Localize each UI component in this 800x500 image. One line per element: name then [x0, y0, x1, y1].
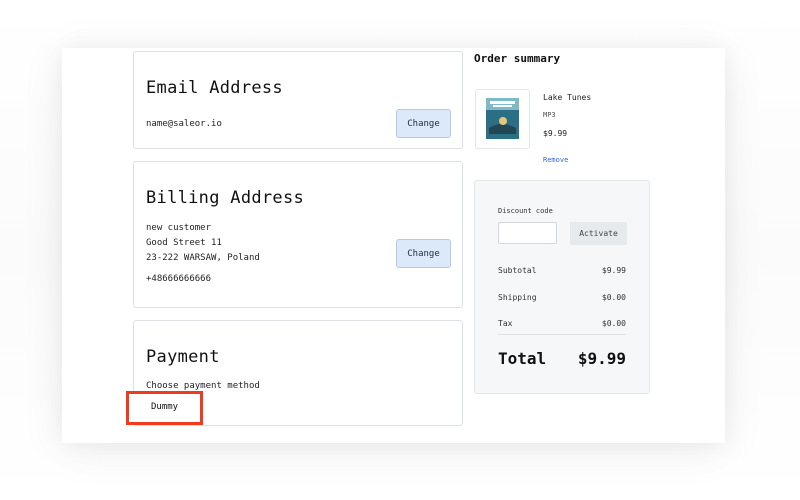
- album-cover-icon: [486, 98, 519, 139]
- total-row: Total $9.99: [498, 349, 626, 368]
- payment-choose-label: Choose payment method: [146, 381, 260, 391]
- product-name: Lake Tunes: [543, 93, 592, 102]
- billing-change-button[interactable]: Change: [396, 239, 451, 268]
- billing-phone: +48666666666: [146, 274, 212, 284]
- subtotal-row: Subtotal $9.99: [498, 266, 626, 275]
- product-price: $9.99: [543, 129, 568, 138]
- order-summary-title: Order summary: [474, 52, 561, 65]
- billing-title: Billing Address: [146, 188, 305, 208]
- product-variant: MP3: [543, 111, 556, 119]
- totals-box: Discount code Activate Subtotal $9.99 Sh…: [474, 180, 650, 394]
- shipping-row: Shipping $0.00: [498, 293, 626, 302]
- subtotal-label: Subtotal: [498, 266, 537, 275]
- tax-row: Tax $0.00: [498, 319, 626, 328]
- discount-label: Discount code: [498, 207, 553, 215]
- shipping-label: Shipping: [498, 293, 537, 302]
- payment-title: Payment: [146, 347, 220, 367]
- total-label: Total: [498, 349, 547, 368]
- payment-method-dummy[interactable]: Dummy: [151, 402, 178, 412]
- billing-name: new customer: [146, 223, 212, 233]
- email-card: Email Address name@saleor.io Change: [133, 51, 463, 149]
- remove-link[interactable]: Remove: [543, 156, 568, 164]
- billing-city: 23-222 WARSAW, Poland: [146, 253, 260, 263]
- total-value: $9.99: [577, 349, 626, 368]
- tax-label: Tax: [498, 319, 513, 328]
- discount-code-input[interactable]: [498, 222, 557, 244]
- payment-method-highlight[interactable]: Dummy: [126, 391, 203, 425]
- billing-street: Good Street 11: [146, 238, 222, 248]
- billing-card: Billing Address new customer Good Street…: [133, 161, 463, 308]
- activate-button[interactable]: Activate: [570, 222, 627, 245]
- product-thumbnail[interactable]: [475, 89, 530, 149]
- subtotal-value: $9.99: [601, 266, 626, 275]
- email-title: Email Address: [146, 78, 283, 98]
- email-change-button[interactable]: Change: [396, 109, 451, 138]
- tax-value: $0.00: [601, 319, 626, 328]
- totals-divider: [498, 334, 626, 335]
- email-value: name@saleor.io: [146, 119, 222, 129]
- shipping-value: $0.00: [601, 293, 626, 302]
